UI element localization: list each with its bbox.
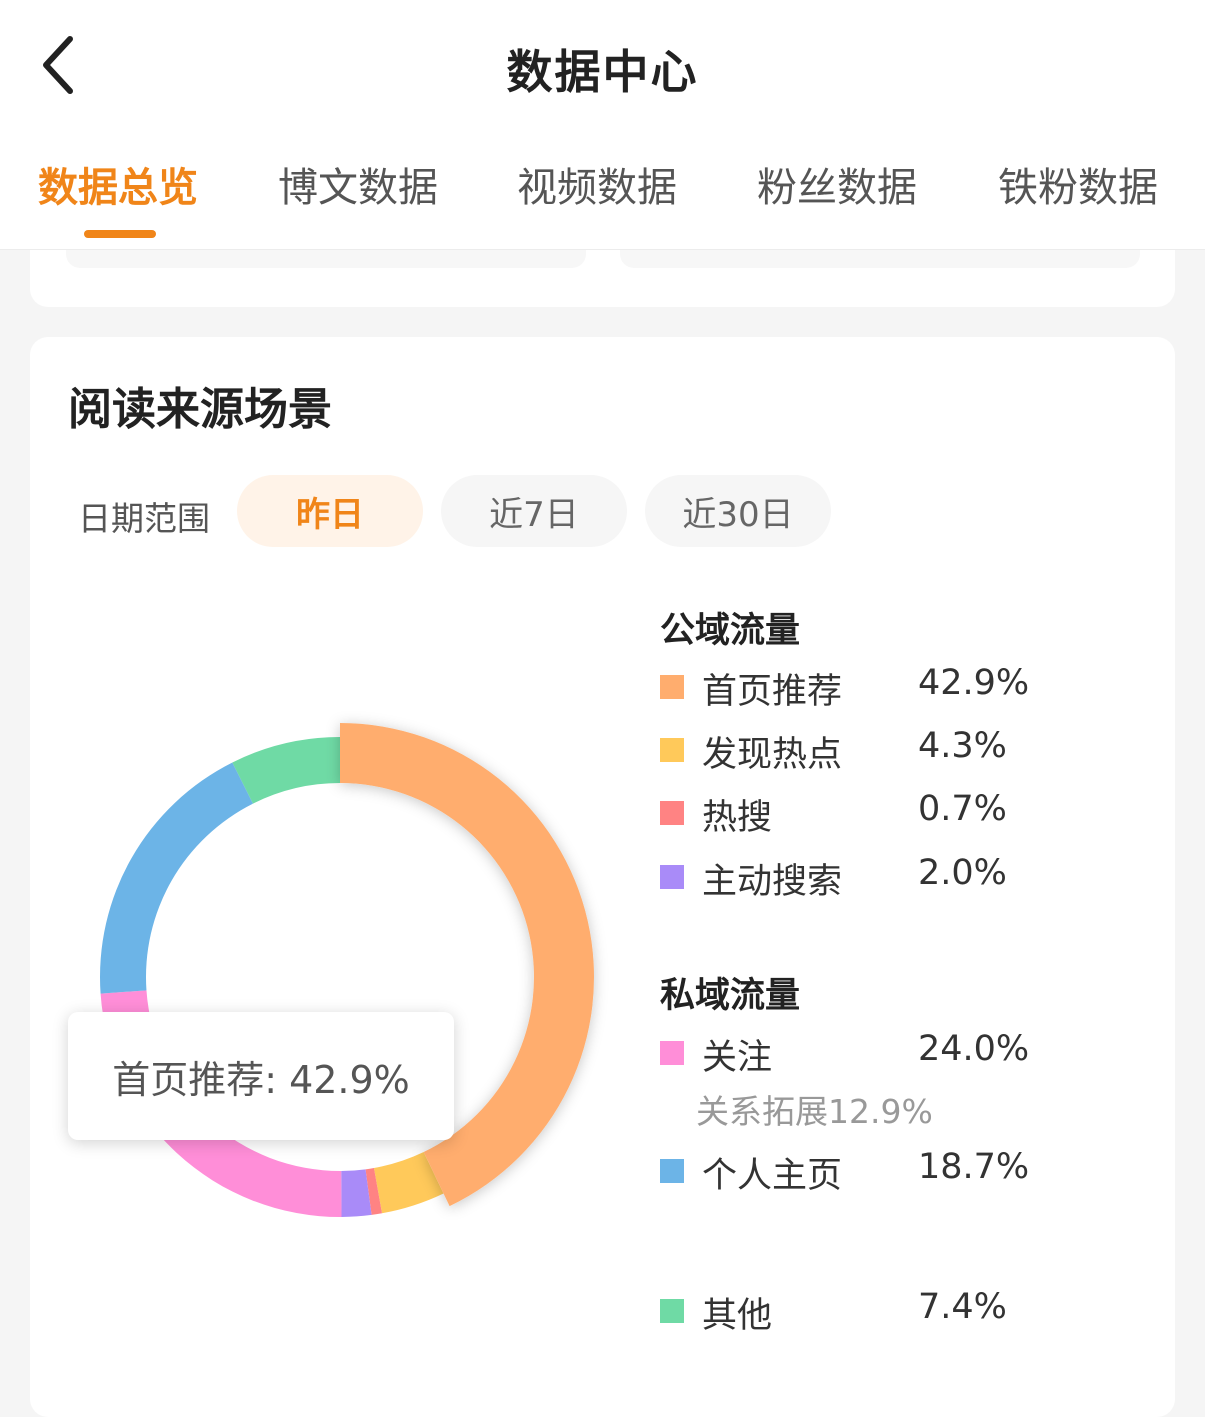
tab-post-data[interactable]: 博文数据 <box>278 155 438 213</box>
traffic-donut-chart[interactable] <box>80 697 640 1257</box>
legend-value: 7.4% <box>918 1287 1007 1327</box>
legend-value: 42.9% <box>918 663 1030 703</box>
date-option-30-days[interactable]: 近30日 <box>645 475 831 547</box>
tab-bar: 数据总览 博文数据 视频数据 粉丝数据 铁粉数据 <box>0 155 1205 250</box>
legend-swatch <box>660 675 684 699</box>
previous-card-stub-right <box>620 250 1140 268</box>
legend-name: 热搜 <box>702 798 773 838</box>
legend-swatch <box>660 738 684 762</box>
tab-fans-data[interactable]: 粉丝数据 <box>757 155 917 213</box>
legend-value: 4.3% <box>918 726 1007 766</box>
donut-slice-5[interactable] <box>100 762 254 994</box>
legend-swatch <box>660 1299 684 1323</box>
tab-overview[interactable]: 数据总览 <box>38 155 198 213</box>
legend-swatch <box>660 801 684 825</box>
date-option-yesterday[interactable]: 昨日 <box>237 475 423 547</box>
date-option-7-days[interactable]: 近7日 <box>441 475 627 547</box>
tab-iron-fans-data[interactable]: 铁粉数据 <box>998 155 1158 213</box>
legend-swatch <box>660 1159 684 1183</box>
card-title: 阅读来源场景 <box>68 384 332 435</box>
legend-name: 主动搜索 <box>702 862 843 902</box>
previous-card-bottom <box>30 250 1175 307</box>
legend-value: 2.0% <box>918 853 1007 893</box>
active-tab-indicator <box>84 230 156 238</box>
legend-swatch <box>660 1041 684 1065</box>
private-traffic-title: 私域流量 <box>660 976 801 1016</box>
legend-value: 24.0% <box>918 1029 1030 1069</box>
legend-name: 个人主页 <box>702 1156 843 1196</box>
legend-name: 首页推荐 <box>702 672 843 712</box>
top-header: 数据中心 数据总览 博文数据 视频数据 粉丝数据 铁粉数据 <box>0 0 1205 250</box>
date-range-label: 日期范围 <box>78 499 210 538</box>
chart-tooltip: 首页推荐: 42.9% <box>68 1012 454 1140</box>
donut-slice-6[interactable] <box>232 737 340 804</box>
legend-value: 18.7% <box>918 1147 1030 1187</box>
previous-card-stub-left <box>66 250 586 268</box>
tab-video-data[interactable]: 视频数据 <box>517 155 677 213</box>
legend-swatch <box>660 865 684 889</box>
legend-name: 关注 <box>702 1038 773 1078</box>
legend-name: 其他 <box>702 1296 773 1336</box>
page-title: 数据中心 <box>506 45 699 99</box>
read-source-card: 阅读来源场景 日期范围 昨日 近7日 近30日 首页推荐: 42.9% 公域流量… <box>30 337 1175 1417</box>
public-traffic-title: 公域流量 <box>660 611 801 651</box>
legend-sub-relationship-expansion: 关系拓展12.9% <box>696 1092 933 1131</box>
legend-name: 发现热点 <box>702 735 843 775</box>
legend-value: 0.7% <box>918 789 1007 829</box>
